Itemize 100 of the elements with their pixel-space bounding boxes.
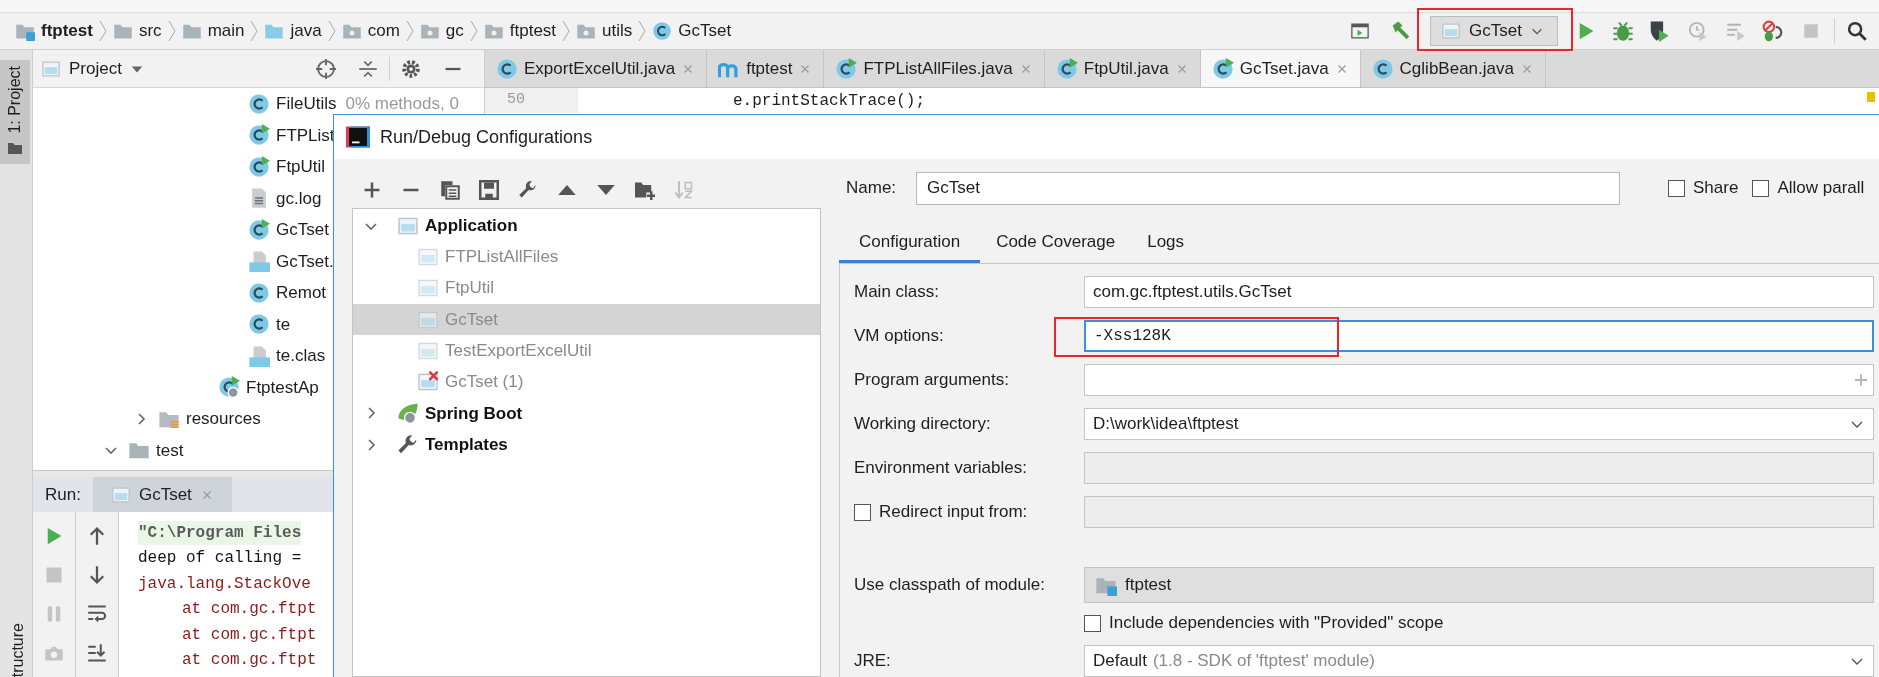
editor-tab[interactable]: GcTset.java	[1200, 50, 1361, 87]
binary-file-icon	[248, 344, 270, 367]
tree-item[interactable]: te.clas	[276, 343, 326, 369]
checkbox-label[interactable]: Share	[1693, 175, 1739, 201]
scroll-end-icon[interactable]	[87, 643, 107, 663]
checkbox-label[interactable]: Include dependencies with "Provided" scope	[1109, 610, 1444, 636]
app-logo-icon	[346, 125, 370, 149]
tree-item[interactable]: test	[156, 437, 184, 463]
console-line: java.lang.StackOve	[138, 573, 311, 595]
window-icon	[1441, 21, 1461, 41]
console-line: at com.gc.ftpt	[181, 650, 317, 672]
runnable-class-icon	[248, 155, 270, 178]
dropdown-field[interactable]: D:\work\idea\ftptest	[1084, 408, 1874, 440]
structure-tool-tab[interactable]: tructure	[6, 622, 32, 677]
field-label: Program arguments:	[854, 369, 1010, 392]
panel-title[interactable]: Project	[69, 55, 122, 82]
settings-tab[interactable]: Logs	[1131, 223, 1201, 263]
tree-item[interactable]: FTPList	[276, 122, 335, 148]
runnable-class-icon	[248, 124, 270, 147]
field-label: JRE:	[854, 650, 892, 673]
checkbox[interactable]	[1752, 179, 1770, 197]
tree-item[interactable]: GcTset.	[276, 248, 334, 274]
config-item[interactable]: GcTset (1)	[353, 366, 820, 398]
config-item[interactable]: FtpUtil	[353, 272, 820, 304]
copy-icon[interactable]	[440, 179, 460, 200]
config-item[interactable]: Templates	[353, 429, 820, 461]
breadcrumb-item[interactable]: ftptest	[509, 18, 557, 44]
arrow-down-icon[interactable]	[87, 565, 107, 585]
console-line: deep of calling =	[138, 548, 302, 570]
breadcrumb-separator-icon	[405, 20, 414, 42]
dialog-title: Run/Debug Configurations	[380, 125, 593, 149]
breadcrumb-item[interactable]: GcTset	[678, 18, 732, 44]
text-field[interactable]	[1084, 364, 1874, 396]
runnable-class-icon	[1211, 57, 1234, 80]
class-icon	[652, 21, 673, 41]
breadcrumb-item[interactable]: ftptest	[41, 18, 93, 44]
tree-item[interactable]: Remot	[276, 280, 327, 306]
code-line: e.printStackTrace();	[733, 90, 926, 112]
breadcrumb-item[interactable]: src	[138, 18, 162, 44]
project-tool-tab[interactable]: 1: Project	[0, 60, 30, 164]
save-icon[interactable]	[479, 179, 499, 200]
settings-tab[interactable]: Configuration	[839, 223, 981, 263]
checkbox[interactable]	[1084, 614, 1101, 632]
arrow-up-icon[interactable]	[87, 526, 107, 546]
checkbox-label[interactable]: Redirect input from:	[879, 499, 1028, 525]
stop-run-icon[interactable]	[1762, 20, 1784, 42]
field-label: VM options:	[854, 325, 945, 348]
breadcrumb-separator-icon	[562, 20, 571, 42]
breadcrumb-item[interactable]: main	[207, 18, 245, 44]
console-line: at com.gc.ftpt	[181, 624, 317, 646]
tree-item[interactable]: te	[276, 311, 291, 337]
settings-tab[interactable]: Code Coverage	[980, 223, 1132, 263]
line-number: 50	[507, 90, 525, 111]
text-field[interactable]: -Xss128K	[1084, 320, 1874, 352]
console-icon[interactable]	[1350, 21, 1370, 41]
wrench-icon	[397, 433, 419, 456]
field-label: Main class:	[854, 281, 941, 304]
checkbox[interactable]	[854, 503, 871, 521]
tree-item[interactable]: resources	[186, 406, 261, 432]
module-dropdown[interactable]: ftptest	[1084, 567, 1874, 603]
collapse-icon[interactable]	[358, 58, 378, 79]
text-field[interactable]: com.gc.ftptest.utils.GcTset	[1084, 276, 1874, 308]
binary-file-icon	[248, 250, 270, 273]
wrench-icon[interactable]	[518, 179, 538, 200]
tree-item[interactable]: GcTset	[276, 217, 329, 243]
tree-item[interactable]: FtpUtil	[276, 154, 326, 180]
breadcrumb-separator-icon	[469, 20, 478, 42]
class-icon	[248, 281, 270, 304]
window-icon	[41, 58, 61, 79]
settings-icon[interactable]	[401, 58, 421, 79]
name-field[interactable]: GcTset	[916, 171, 1620, 205]
spring-app-icon	[218, 376, 240, 399]
soft-wrap-icon[interactable]	[87, 604, 107, 624]
field-label: Environment variables:	[854, 457, 1028, 480]
tree-item[interactable]: gc.log	[276, 185, 322, 211]
breadcrumb-item[interactable]: gc	[445, 18, 464, 44]
config-item[interactable]: Spring Boot	[353, 397, 820, 430]
breadcrumb-item[interactable]: java	[290, 18, 322, 44]
tree-item[interactable]: FileUtils	[276, 91, 337, 117]
window-icon	[110, 484, 131, 505]
dropdown-field[interactable]: Default (1.8 - SDK of 'ftptest' module)	[1084, 645, 1874, 677]
checkbox-label[interactable]: Allow parall	[1777, 175, 1865, 201]
shield-run-icon[interactable]	[1648, 20, 1670, 42]
config-item[interactable]: TestExportExcelUtil	[353, 335, 820, 367]
crosshair-icon[interactable]	[316, 58, 336, 79]
bug-icon[interactable]	[1612, 20, 1634, 42]
search-icon[interactable]	[1847, 21, 1867, 41]
breadcrumb-separator-icon	[98, 20, 107, 42]
checkbox[interactable]	[1668, 179, 1685, 197]
spring-leaf-icon	[397, 402, 419, 425]
breadcrumb-item[interactable]: com	[367, 18, 400, 44]
config-item[interactable]: Application	[353, 210, 820, 242]
hammer-icon[interactable]	[1390, 20, 1412, 42]
tree-item[interactable]: FtptestAp	[246, 374, 319, 400]
console-line: at com.gc.ftpt	[181, 599, 317, 621]
run-tab[interactable]: GcTset	[92, 477, 232, 512]
runnable-class-icon	[1055, 57, 1078, 80]
breadcrumb-item[interactable]: utils	[602, 18, 633, 44]
breadcrumb-separator-icon	[638, 20, 647, 42]
run-configuration-dropdown[interactable]: GcTset	[1430, 16, 1558, 46]
